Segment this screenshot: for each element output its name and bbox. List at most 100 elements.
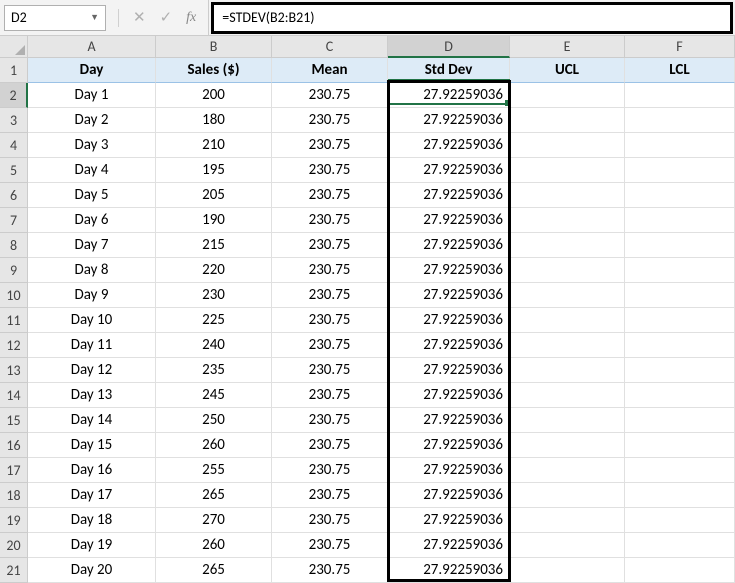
cell[interactable]: 225 <box>156 308 272 333</box>
cell[interactable]: 235 <box>156 358 272 383</box>
cell[interactable] <box>510 508 625 533</box>
cell[interactable]: 27.92259036 <box>388 558 510 583</box>
row-header[interactable]: 19 <box>0 508 28 533</box>
cell[interactable]: 27.92259036 <box>388 283 510 308</box>
cell[interactable]: 245 <box>156 383 272 408</box>
cell[interactable]: 27.92259036 <box>388 408 510 433</box>
cell[interactable] <box>625 208 735 233</box>
cell[interactable]: Day 20 <box>28 558 156 583</box>
cell[interactable]: Day 1 <box>28 83 156 108</box>
header-cell[interactable]: UCL <box>510 58 625 83</box>
header-cell[interactable]: Mean <box>272 58 388 83</box>
cell[interactable]: 230.75 <box>272 533 388 558</box>
cell[interactable]: 200 <box>156 83 272 108</box>
cell[interactable] <box>510 233 625 258</box>
cell[interactable] <box>625 333 735 358</box>
cell[interactable] <box>510 408 625 433</box>
cell[interactable]: 250 <box>156 408 272 433</box>
cell[interactable]: 27.92259036 <box>388 308 510 333</box>
cell[interactable]: 230.75 <box>272 258 388 283</box>
cell[interactable]: 270 <box>156 508 272 533</box>
cell[interactable]: 180 <box>156 108 272 133</box>
col-header-F[interactable]: F <box>625 36 735 58</box>
row-header[interactable]: 3 <box>0 108 28 133</box>
cell[interactable] <box>510 183 625 208</box>
cell[interactable] <box>625 308 735 333</box>
cell[interactable]: 27.92259036 <box>388 158 510 183</box>
cell[interactable]: 230.75 <box>272 83 388 108</box>
cell[interactable]: Day 12 <box>28 358 156 383</box>
col-header-A[interactable]: A <box>28 36 156 58</box>
cell[interactable] <box>510 358 625 383</box>
cell[interactable]: Day 15 <box>28 433 156 458</box>
cancel-icon[interactable]: ✕ <box>133 8 146 27</box>
cell[interactable]: 230.75 <box>272 308 388 333</box>
cell[interactable] <box>510 133 625 158</box>
col-header-D[interactable]: D <box>388 36 510 58</box>
cell[interactable]: 255 <box>156 458 272 483</box>
cell[interactable]: 230.75 <box>272 458 388 483</box>
cell[interactable]: Day 13 <box>28 383 156 408</box>
cell[interactable] <box>625 433 735 458</box>
cell[interactable]: 265 <box>156 558 272 583</box>
cell[interactable] <box>625 258 735 283</box>
cell[interactable]: 230.75 <box>272 408 388 433</box>
formula-input[interactable]: =STDEV(B2:B21) <box>211 2 733 34</box>
cell[interactable]: 230.75 <box>272 558 388 583</box>
cell[interactable]: 230.75 <box>272 158 388 183</box>
row-header[interactable]: 7 <box>0 208 28 233</box>
cell[interactable]: 240 <box>156 333 272 358</box>
col-header-E[interactable]: E <box>510 36 625 58</box>
cell[interactable]: 205 <box>156 183 272 208</box>
cell[interactable]: 27.92259036 <box>388 433 510 458</box>
cell[interactable]: Day 10 <box>28 308 156 333</box>
cell[interactable] <box>625 183 735 208</box>
col-header-B[interactable]: B <box>156 36 272 58</box>
row-header[interactable]: 9 <box>0 258 28 283</box>
cell[interactable]: 27.92259036 <box>388 258 510 283</box>
cell[interactable] <box>625 408 735 433</box>
cell[interactable] <box>510 383 625 408</box>
cell[interactable] <box>510 283 625 308</box>
cell[interactable] <box>510 258 625 283</box>
cell[interactable]: 230 <box>156 283 272 308</box>
cell[interactable] <box>510 158 625 183</box>
cell[interactable] <box>625 533 735 558</box>
cell[interactable]: 265 <box>156 483 272 508</box>
cell[interactable]: 27.92259036 <box>388 483 510 508</box>
cell[interactable]: 210 <box>156 133 272 158</box>
cell[interactable] <box>510 333 625 358</box>
cell[interactable]: 230.75 <box>272 508 388 533</box>
cell[interactable]: 27.92259036 <box>388 83 510 108</box>
cell[interactable] <box>510 83 625 108</box>
cell[interactable]: 27.92259036 <box>388 533 510 558</box>
cell[interactable] <box>510 308 625 333</box>
cell[interactable] <box>510 483 625 508</box>
cell[interactable]: Day 19 <box>28 533 156 558</box>
cell[interactable]: 230.75 <box>272 208 388 233</box>
cell[interactable] <box>625 458 735 483</box>
cell[interactable]: 195 <box>156 158 272 183</box>
cell[interactable]: Day 5 <box>28 183 156 208</box>
cell[interactable]: 230.75 <box>272 358 388 383</box>
name-box[interactable]: D2 ▼ <box>4 5 106 31</box>
row-header[interactable]: 8 <box>0 233 28 258</box>
cell[interactable]: Day 2 <box>28 108 156 133</box>
cell[interactable]: 215 <box>156 233 272 258</box>
row-header[interactable]: 14 <box>0 383 28 408</box>
row-header[interactable]: 16 <box>0 433 28 458</box>
cell[interactable]: 220 <box>156 258 272 283</box>
cell[interactable]: 260 <box>156 433 272 458</box>
row-header[interactable]: 5 <box>0 158 28 183</box>
header-cell[interactable]: Std Dev <box>388 58 510 83</box>
cell[interactable] <box>625 383 735 408</box>
row-header[interactable]: 15 <box>0 408 28 433</box>
col-header-C[interactable]: C <box>272 36 388 58</box>
cell[interactable]: 230.75 <box>272 433 388 458</box>
cell[interactable]: 27.92259036 <box>388 233 510 258</box>
row-header[interactable]: 20 <box>0 533 28 558</box>
cell[interactable] <box>510 558 625 583</box>
cell[interactable]: Day 4 <box>28 158 156 183</box>
cell[interactable] <box>625 83 735 108</box>
cell[interactable]: 27.92259036 <box>388 508 510 533</box>
